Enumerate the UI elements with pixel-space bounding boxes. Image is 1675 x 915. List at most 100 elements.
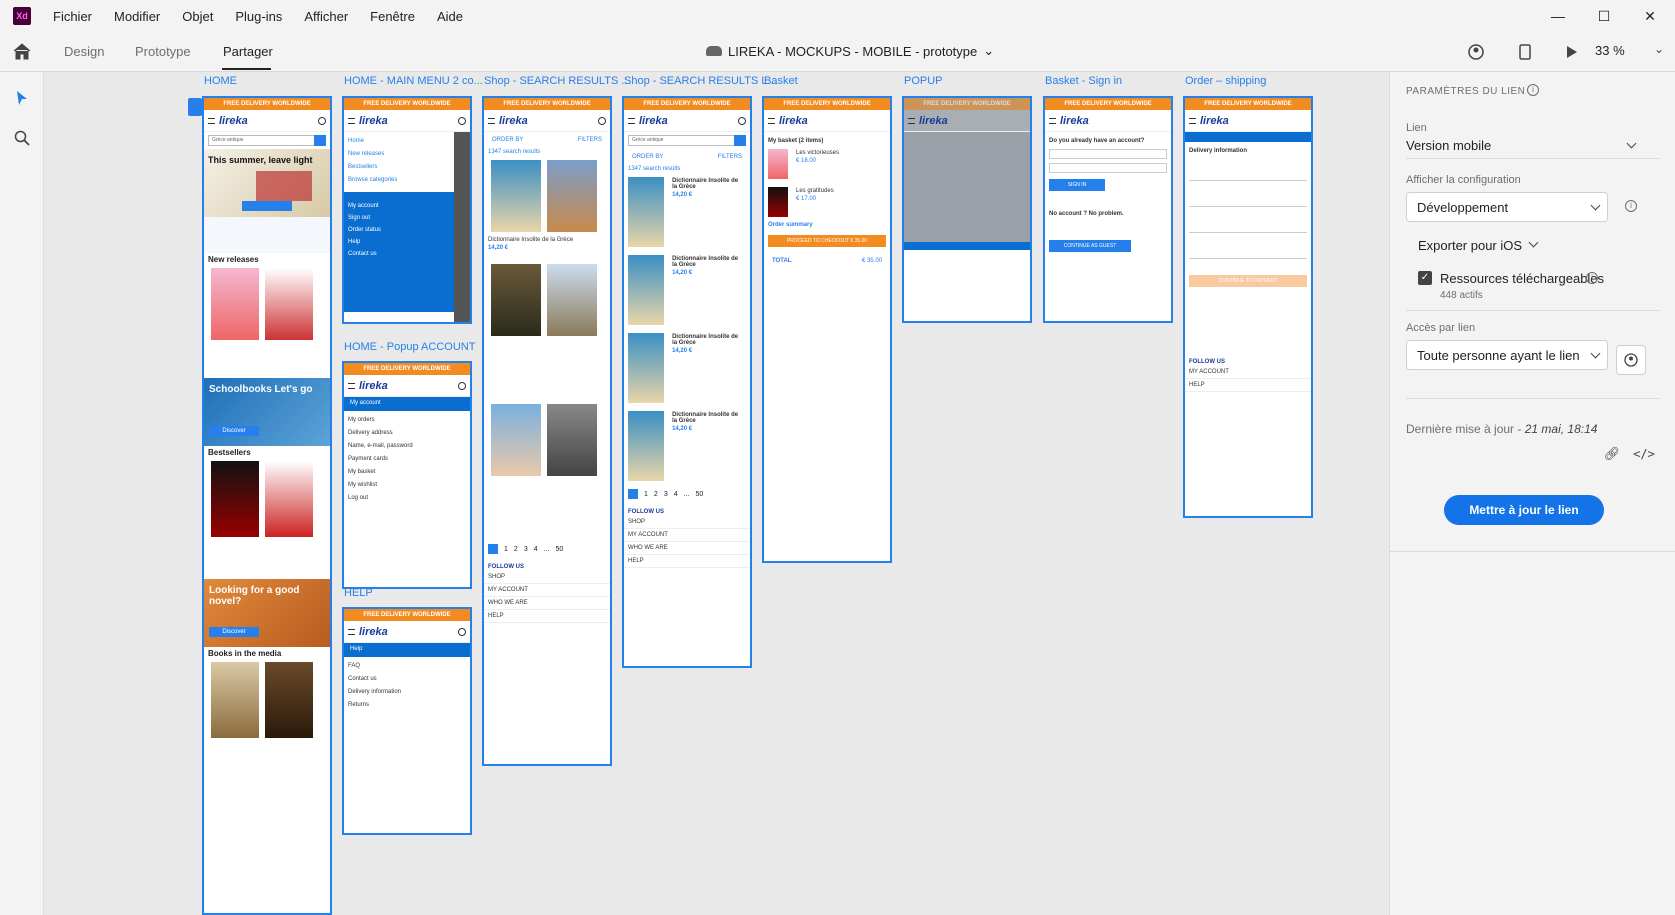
menu-afficher[interactable]: Afficher <box>304 9 348 24</box>
mock-book-price: 14,20 € <box>488 245 509 251</box>
mock-logo: lireka <box>359 625 388 638</box>
menu-modifier[interactable]: Modifier <box>114 9 160 24</box>
artboard-label-menu[interactable]: HOME - MAIN MENU 2 co... <box>344 75 483 87</box>
document-title[interactable]: LIREKA - MOCKUPS - MOBILE - prototype ⌄ <box>706 43 994 59</box>
menu-fichier[interactable]: Fichier <box>53 9 92 24</box>
artboard-label-popup-account[interactable]: HOME - Popup ACCOUNT <box>344 341 475 353</box>
minimize-icon[interactable]: — <box>1535 0 1581 32</box>
artboard-popup-account[interactable]: FREE DELIVERY WORLDWIDE lireka My accoun… <box>342 361 472 589</box>
mock-footer-link: MY ACCOUNT <box>624 529 750 542</box>
mock-basket-price: € 17.00 <box>796 196 817 202</box>
mock-footer-link: HELP <box>484 610 610 623</box>
link-icon[interactable]: 🔗︎ <box>1602 444 1622 464</box>
mock-basket-price: € 18.00 <box>796 158 817 164</box>
info-icon[interactable]: i <box>1527 84 1539 96</box>
maximize-icon[interactable]: ☐ <box>1581 0 1627 32</box>
cloud-icon <box>706 46 722 56</box>
artboard-signin[interactable]: FREE DELIVERY WORLDWIDE lireka Do you al… <box>1043 96 1173 323</box>
mock-continue-payment: CONTINUE TO PAYMENT <box>1189 275 1307 287</box>
link-dropdown[interactable]: Version mobile <box>1406 138 1491 153</box>
artboard-label-shop1[interactable]: Shop - SEARCH RESULTS ... <box>484 75 631 87</box>
config-dropdown[interactable]: Développement <box>1406 192 1608 222</box>
design-canvas[interactable]: HOME FREE DELIVERY WORLDWIDE lireka Grèc… <box>44 72 1389 915</box>
mock-account-item: Sign out <box>348 215 371 221</box>
user-icon[interactable] <box>1616 345 1646 375</box>
close-icon[interactable]: ✕ <box>1627 0 1673 32</box>
zoom-level[interactable]: 33 % <box>1595 43 1625 58</box>
mock-book-title: Dictionnaire Insolite de la Grèce <box>488 237 574 243</box>
artboard-label-popup[interactable]: POPUP <box>904 75 943 87</box>
mock-header: lireka <box>344 621 470 643</box>
artboard-label-help[interactable]: HELP <box>344 587 373 599</box>
document-title-text: LIREKA - MOCKUPS - MOBILE - prototype <box>728 43 978 59</box>
tab-partager[interactable]: Partager <box>223 44 273 59</box>
chevron-down-icon[interactable] <box>1528 237 1539 248</box>
mock-discover-btn: Discover <box>209 426 259 436</box>
mock-book-title: Dictionnaire Insolite de la Grèce <box>672 178 739 190</box>
mock-schoolbooks-block: Schoolbooks Let's go Discover <box>204 378 330 446</box>
artboard-label-signin[interactable]: Basket - Sign in <box>1045 75 1122 87</box>
mock-book-title: Dictionnaire Insolite de la Grèce <box>672 256 739 268</box>
menu-plugins[interactable]: Plug-ins <box>235 9 282 24</box>
mock-total-value: € 35.00 <box>861 258 882 264</box>
flow-home-icon[interactable] <box>188 98 202 116</box>
artboard-label-order[interactable]: Order – shipping <box>1185 75 1266 87</box>
mock-menu-home: Home <box>348 138 365 144</box>
info-icon[interactable]: i <box>1586 272 1598 284</box>
export-ios-dropdown[interactable]: Exporter pour iOS <box>1418 238 1522 253</box>
play-icon[interactable] <box>1562 42 1582 62</box>
artboard-popup[interactable]: FREE DELIVERY WORLDWIDE lireka <box>902 96 1032 323</box>
mock-menu-browse: Browse categories <box>348 177 398 183</box>
artboard-shop2[interactable]: FREE DELIVERY WORLDWIDE lireka Grèce ant… <box>622 96 752 668</box>
mock-order-summary: Order summary <box>768 222 813 228</box>
menu-fenetre[interactable]: Fenêtre <box>370 9 415 24</box>
resources-label: Ressources téléchargeables <box>1440 271 1605 286</box>
user-share-icon[interactable] <box>1466 42 1486 62</box>
artboard-help[interactable]: FREE DELIVERY WORLDWIDE lireka Help FAQ … <box>342 607 472 835</box>
chevron-down-icon[interactable] <box>1626 138 1637 149</box>
menu-aide[interactable]: Aide <box>437 9 463 24</box>
mobile-preview-icon[interactable] <box>1515 42 1535 62</box>
link-label: Lien <box>1406 122 1427 134</box>
delivery-banner: FREE DELIVERY WORLDWIDE <box>624 98 750 110</box>
tab-design[interactable]: Design <box>64 44 104 59</box>
select-tool-icon[interactable] <box>16 90 28 106</box>
tab-prototype[interactable]: Prototype <box>135 44 191 59</box>
resources-checkbox[interactable]: ✓ <box>1418 271 1432 285</box>
artboard-menu[interactable]: FREE DELIVERY WORLDWIDE lireka Home New … <box>342 96 472 324</box>
toolbar: Design Prototype Partager LIREKA - MOCKU… <box>0 32 1675 72</box>
info-icon[interactable]: i <box>1625 200 1637 212</box>
artboard-home[interactable]: FREE DELIVERY WORLDWIDE lireka Grèce ant… <box>202 96 332 915</box>
artboard-shop1[interactable]: FREE DELIVERY WORLDWIDE lireka ORDER BY … <box>482 96 612 766</box>
last-update-date: 21 mai, 18:14 <box>1524 422 1598 436</box>
mock-pager: 1 2 3 4... 50 <box>484 540 610 558</box>
update-link-button[interactable]: Mettre à jour le lien <box>1444 495 1604 525</box>
mock-bestsellers: Bestsellers <box>208 448 251 457</box>
artboard-label-shop2[interactable]: Shop - SEARCH RESULTS L... <box>624 75 777 87</box>
mock-help-sub: Delivery information <box>348 689 402 695</box>
mock-account-item: Contact us <box>348 251 377 257</box>
delivery-banner: FREE DELIVERY WORLDWIDE <box>484 98 610 110</box>
artboard-basket[interactable]: FREE DELIVERY WORLDWIDE lireka My basket… <box>762 96 892 563</box>
mock-account-sub: My orders <box>348 417 375 423</box>
artboard-label-home[interactable]: HOME <box>204 75 237 87</box>
mock-book-title: Dictionnaire Insolite de la Grèce <box>672 334 739 346</box>
mock-menu-new: New releases <box>348 151 385 157</box>
delivery-banner: FREE DELIVERY WORLDWIDE <box>764 98 890 110</box>
search-icon[interactable] <box>14 130 30 146</box>
menu-objet[interactable]: Objet <box>182 9 213 24</box>
embed-code-icon[interactable]: </> <box>1633 444 1655 464</box>
mock-account-item: Help <box>348 239 361 245</box>
artboard-order[interactable]: FREE DELIVERY WORLDWIDE lireka Delivery … <box>1183 96 1313 518</box>
home-icon[interactable] <box>12 42 32 60</box>
access-dropdown[interactable]: Toute personne ayant le lien <box>1406 340 1608 370</box>
mock-footer-link: MY ACCOUNT <box>484 584 610 597</box>
left-toolbar <box>0 72 44 915</box>
mock-no-account: No account ? No problem. <box>1049 211 1124 217</box>
zoom-chevron-icon[interactable]: ⌄ <box>1654 42 1664 56</box>
mock-book-price: 14,20 € <box>672 348 693 354</box>
artboard-label-basket[interactable]: Basket <box>764 75 798 87</box>
mock-hero: This summer, leave light <box>204 149 330 217</box>
mock-signin-btn: SIGN IN <box>1049 179 1105 191</box>
mock-order-by: ORDER BY <box>632 154 664 160</box>
